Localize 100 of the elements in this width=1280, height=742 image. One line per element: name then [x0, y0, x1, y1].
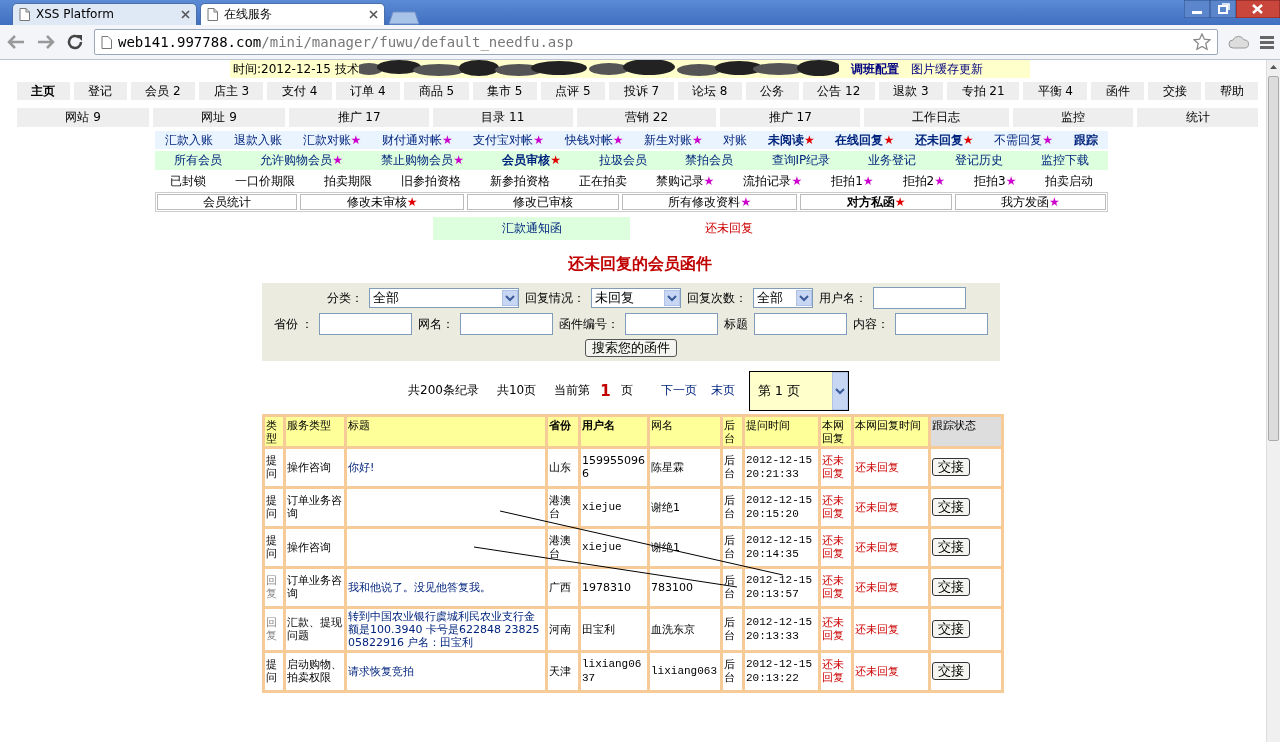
menu-link[interactable]: 监控下载 [1040, 153, 1089, 168]
select-field[interactable]: 全部 [368, 287, 519, 308]
sub-tab[interactable]: 汇款通知函 [433, 217, 630, 240]
restore-icon[interactable] [1210, 0, 1236, 18]
menu-link[interactable]: 对账 [723, 132, 748, 148]
input-field[interactable] [460, 312, 554, 335]
menu-link[interactable]: 已封锁 [169, 173, 206, 188]
input-field[interactable] [319, 312, 413, 335]
menu-link[interactable]: 新生对账★ [644, 132, 703, 148]
handover-button[interactable]: 交接 [932, 538, 970, 556]
handover-button[interactable]: 交接 [932, 458, 970, 476]
menu-link[interactable]: 禁拍会员 [685, 153, 734, 168]
browser-tab[interactable]: XSS Platform [12, 3, 197, 25]
nav-tab[interactable]: 目录 11 [432, 108, 573, 127]
nav-tab[interactable]: 主页 [17, 82, 70, 101]
menu-link[interactable]: 查询IP纪录 [771, 153, 831, 168]
nav-tab[interactable]: 推广 17 [289, 108, 429, 127]
menu-link[interactable]: 禁止购物会员★ [381, 153, 464, 168]
menu-link[interactable]: 旧参拍资格 [400, 173, 461, 188]
menu-link[interactable]: 所有会员 [174, 153, 223, 168]
menu-link[interactable]: 拒拍3★ [974, 173, 1017, 188]
nav-tab[interactable]: 订单 4 [335, 82, 401, 101]
minimize-icon[interactable] [1184, 0, 1210, 18]
nav-tab[interactable]: 交接 [1148, 82, 1202, 101]
menu-link[interactable]: 跟踪 [1073, 132, 1098, 148]
menu-link[interactable]: 支付宝对帐★ [473, 132, 545, 148]
menu-link[interactable]: 允许购物会员★ [260, 153, 344, 168]
nav-tab[interactable]: 公务 [745, 82, 799, 101]
menu-link[interactable]: 流拍记录★ [743, 173, 803, 188]
handover-button[interactable]: 交接 [932, 662, 970, 680]
close-icon[interactable] [369, 10, 378, 19]
nav-tab[interactable]: 平衡 4 [1023, 82, 1088, 101]
menu-link[interactable]: 登记历史 [954, 153, 1003, 168]
menu-icon[interactable] [1260, 34, 1274, 50]
notice-link[interactable]: 调班配置 [850, 61, 899, 77]
nav-tab[interactable]: 监控 [1012, 108, 1134, 127]
menu-link[interactable]: 修改未审核★ [300, 193, 464, 211]
nav-tab[interactable]: 集市 5 [472, 82, 537, 101]
new-tab-icon[interactable] [388, 11, 420, 25]
menu-link[interactable]: 我方发函★ [954, 193, 1106, 211]
address-bar[interactable]: web141.997788.com/mini/manager/fuwu/default_needfu.asp [94, 29, 1218, 55]
cloud-icon[interactable] [1228, 33, 1250, 51]
menu-link[interactable]: 拍卖启动 [1045, 173, 1094, 188]
menu-link[interactable]: 会员统计 [157, 193, 298, 211]
nav-tab[interactable]: 公告 12 [802, 82, 875, 101]
menu-link[interactable]: 新参拍资格 [489, 173, 550, 188]
nav-tab[interactable]: 店主 3 [199, 82, 264, 101]
menu-link[interactable]: 正在拍卖 [578, 173, 627, 188]
menu-link[interactable]: 禁购记录★ [655, 173, 715, 188]
menu-link[interactable]: 会员审核★ [502, 153, 561, 168]
search-button[interactable]: 搜索您的函件 [585, 338, 677, 357]
menu-link[interactable]: 拉圾会员 [599, 153, 648, 168]
star-icon[interactable] [1193, 33, 1211, 51]
nav-tab[interactable]: 论坛 8 [677, 82, 742, 101]
nav-tab[interactable]: 营销 22 [576, 108, 717, 127]
menu-link[interactable]: 汇款入账 [165, 132, 214, 148]
menu-link[interactable]: 所有修改资料★ [622, 193, 798, 211]
handover-button[interactable]: 交接 [932, 498, 970, 516]
menu-link[interactable]: 修改已审核 [466, 193, 620, 211]
nav-tab[interactable]: 帮助 [1205, 82, 1259, 101]
reload-icon[interactable] [66, 33, 84, 51]
input-field[interactable] [754, 312, 848, 335]
nav-tab[interactable]: 会员 2 [130, 82, 196, 101]
nav-tab[interactable]: 支付 4 [267, 82, 332, 101]
browser-tab[interactable]: 在线服务 [200, 3, 385, 25]
nav-tab[interactable]: 投诉 7 [609, 82, 674, 101]
scrollbar[interactable] [1266, 60, 1280, 742]
back-icon[interactable] [6, 33, 26, 51]
menu-link[interactable]: 对方私函★ [800, 193, 952, 211]
menu-link[interactable]: 退款入账 [233, 132, 282, 148]
menu-link[interactable]: 业务登记 [868, 153, 917, 168]
forward-icon[interactable] [36, 33, 56, 51]
menu-link[interactable]: 汇款对账★ [302, 132, 362, 148]
nav-tab[interactable]: 点评 5 [540, 82, 606, 101]
nav-tab[interactable]: 统计 [1137, 108, 1259, 127]
menu-link[interactable]: 拒拍1★ [831, 173, 874, 188]
menu-link[interactable]: 财付通对帐★ [381, 132, 453, 148]
nav-tab[interactable]: 专拍 21 [947, 82, 1020, 101]
nav-tab[interactable]: 工作日志 [864, 108, 1009, 127]
nav-tab[interactable]: 网站 9 [17, 108, 150, 127]
close-icon[interactable] [1236, 0, 1280, 18]
notice-link[interactable]: 图片缓存更新 [910, 61, 983, 77]
nav-tab[interactable]: 推广 17 [720, 108, 861, 127]
menu-link[interactable]: 未阅读★ [768, 132, 815, 148]
close-icon[interactable] [181, 10, 190, 19]
page-select[interactable]: 第 1 页 [748, 370, 849, 411]
handover-button[interactable]: 交接 [932, 620, 970, 638]
input-field[interactable] [895, 312, 989, 335]
last-page-link[interactable]: 末页 [710, 383, 735, 398]
menu-link[interactable]: 快钱对帐★ [564, 132, 624, 148]
sub-tab[interactable]: 还未回复 [630, 217, 827, 240]
menu-link[interactable]: 还未回复★ [914, 132, 974, 148]
select-field[interactable]: 未回复 [590, 287, 681, 308]
nav-tab[interactable]: 网址 9 [153, 108, 286, 127]
handover-button[interactable]: 交接 [932, 578, 970, 596]
menu-link[interactable]: 一口价期限 [234, 173, 295, 188]
menu-link[interactable]: 拍卖期限 [323, 173, 372, 188]
next-page-link[interactable]: 下一页 [660, 383, 697, 398]
nav-tab[interactable]: 函件 [1091, 82, 1145, 101]
menu-link[interactable]: 拒拍2★ [902, 173, 945, 188]
